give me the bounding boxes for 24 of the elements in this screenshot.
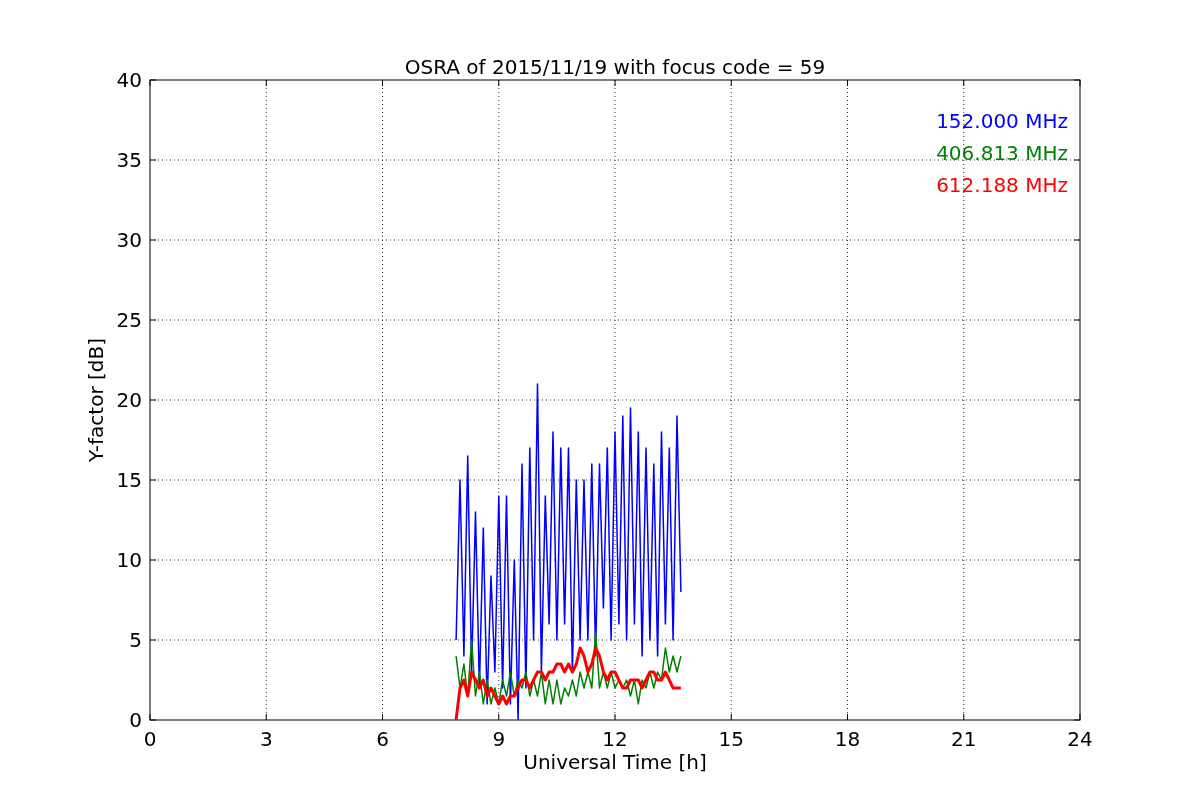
tick-label: 10 [116, 548, 142, 572]
legend-label: 406.813 MHz [936, 141, 1068, 165]
x-axis-label: Universal Time [h] [523, 750, 707, 774]
tick-label: 30 [116, 228, 142, 252]
legend-label: 612.188 MHz [936, 173, 1068, 197]
tick-label: 0 [143, 727, 157, 751]
chart-title: OSRA of 2015/11/19 with focus code = 59 [404, 55, 826, 79]
tick-label: 3 [259, 727, 273, 751]
tick-label: 18 [834, 727, 861, 751]
tick-label: 12 [602, 727, 628, 751]
tick-label: 21 [951, 727, 977, 751]
tick-label: 24 [1067, 727, 1093, 751]
tick-label: 9 [492, 727, 506, 751]
tick-label: 5 [129, 628, 142, 652]
tick-label: 0 [129, 708, 142, 732]
tick-label: 15 [718, 727, 744, 751]
tick-label: 40 [116, 68, 142, 92]
y-axis-label: Y-factor [dB] [84, 338, 108, 462]
tick-label: 15 [116, 468, 142, 492]
tick-label: 20 [116, 388, 142, 412]
legend-label: 152.000 MHz [936, 109, 1068, 133]
tick-label: 25 [116, 308, 142, 332]
tick-label: 6 [376, 727, 389, 751]
tick-label: 35 [116, 148, 142, 172]
